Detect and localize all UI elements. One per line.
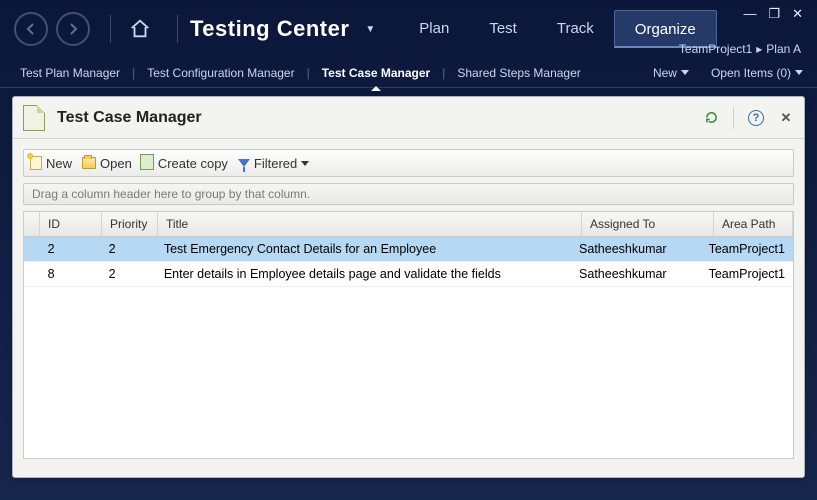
close-panel-button[interactable]: ✕ — [778, 110, 794, 126]
arrow-left-icon — [23, 21, 39, 37]
home-icon — [129, 18, 151, 40]
open-button[interactable]: Open — [82, 156, 132, 171]
table-row[interactable]: 82Enter details in Employee details page… — [24, 262, 793, 287]
subnav-shared-steps-manager[interactable]: Shared Steps Manager — [451, 64, 586, 82]
cell-title: Enter details in Employee details page a… — [156, 262, 571, 286]
grid-corner — [24, 212, 40, 236]
copy-icon — [142, 156, 154, 170]
subnav-sep: | — [442, 66, 445, 80]
app-window: — ❐ ✕ Testing Center ▼ PlanTestTrackOrga… — [0, 0, 817, 500]
app-title-dropdown[interactable]: ▼ — [365, 24, 375, 35]
refresh-button[interactable] — [703, 110, 719, 126]
forward-button[interactable] — [56, 12, 90, 46]
content-panel: Test Case Manager ? ✕ New Open Create co… — [12, 96, 805, 478]
breadcrumb-project: TeamProject1 — [679, 42, 752, 56]
close-window-button[interactable]: ✕ — [792, 6, 803, 22]
grid-body: 22Test Emergency Contact Details for an … — [24, 237, 793, 287]
filtered-dropdown[interactable]: Filtered — [238, 156, 309, 171]
nav-divider-2 — [177, 15, 178, 43]
cell-id: 8 — [40, 262, 101, 286]
home-button[interactable] — [123, 12, 157, 46]
row-selector[interactable] — [24, 237, 40, 261]
help-button[interactable]: ? — [748, 110, 764, 126]
breadcrumb-sep-icon: ▸ — [756, 42, 762, 56]
panel-head-sep — [733, 107, 734, 129]
col-id[interactable]: ID — [40, 212, 102, 236]
subnav-sep: | — [307, 66, 310, 80]
col-title[interactable]: Title — [158, 212, 582, 236]
subnav-sep: | — [132, 66, 135, 80]
cell-assigned-to: Satheeshkumar — [571, 262, 701, 286]
cell-priority: 2 — [101, 237, 156, 261]
breadcrumb-plan: Plan A — [766, 42, 801, 56]
new-icon — [30, 156, 42, 170]
tab-track[interactable]: Track — [537, 10, 614, 48]
minimize-button[interactable]: — — [743, 6, 756, 22]
window-controls: — ❐ ✕ — [743, 6, 803, 22]
app-title[interactable]: Testing Center — [190, 16, 349, 42]
chevron-down-icon — [301, 161, 309, 166]
document-icon — [23, 105, 45, 131]
panel-title: Test Case Manager — [57, 109, 202, 127]
nav-bar: Testing Center ▼ PlanTestTrackOrganize T… — [0, 0, 817, 58]
test-case-grid: ID Priority Title Assigned To Area Path … — [23, 211, 794, 459]
breadcrumb[interactable]: TeamProject1 ▸ Plan A — [679, 42, 801, 56]
panel-header: Test Case Manager ? ✕ — [13, 97, 804, 139]
open-icon — [82, 157, 96, 169]
table-row[interactable]: 22Test Emergency Contact Details for an … — [24, 237, 793, 262]
cell-title: Test Emergency Contact Details for an Em… — [156, 237, 571, 261]
tab-test[interactable]: Test — [469, 10, 537, 48]
open-items-label: Open Items (0) — [711, 66, 791, 80]
new-button[interactable]: New — [30, 156, 72, 171]
restore-button[interactable]: ❐ — [768, 6, 780, 22]
col-area-path[interactable]: Area Path — [714, 212, 793, 236]
back-button[interactable] — [14, 12, 48, 46]
open-items-dropdown[interactable]: Open Items (0) — [711, 66, 803, 80]
col-priority[interactable]: Priority — [102, 212, 158, 236]
chevron-down-icon — [681, 70, 689, 75]
cell-assigned-to: Satheeshkumar — [571, 237, 701, 261]
subnav-test-plan-manager[interactable]: Test Plan Manager — [14, 64, 126, 82]
new-dropdown[interactable]: New — [653, 66, 689, 80]
tab-plan[interactable]: Plan — [399, 10, 469, 48]
arrow-right-icon — [65, 21, 81, 37]
subnav-test-case-manager[interactable]: Test Case Manager — [316, 64, 437, 82]
toolbar: New Open Create copy Filtered — [23, 149, 794, 177]
chevron-down-icon — [795, 70, 803, 75]
top-tabs: PlanTestTrackOrganize — [399, 10, 716, 48]
cell-area-path: TeamProject1 — [701, 237, 793, 261]
cell-area-path: TeamProject1 — [701, 262, 793, 286]
cell-id: 2 — [40, 237, 101, 261]
filter-icon — [238, 159, 250, 167]
sub-nav: Test Plan Manager | Test Configuration Man… — [0, 58, 817, 88]
subnav-test-configuration-manager[interactable]: Test Configuration Manager — [141, 64, 300, 82]
refresh-icon — [704, 110, 719, 125]
col-assigned-to[interactable]: Assigned To — [582, 212, 714, 236]
group-by-hint[interactable]: Drag a column header here to group by th… — [23, 183, 794, 205]
new-label: New — [653, 66, 677, 80]
cell-priority: 2 — [101, 262, 156, 286]
create-copy-button[interactable]: Create copy — [142, 156, 228, 171]
grid-header: ID Priority Title Assigned To Area Path — [24, 212, 793, 237]
row-selector[interactable] — [24, 262, 40, 286]
nav-divider — [110, 15, 111, 43]
